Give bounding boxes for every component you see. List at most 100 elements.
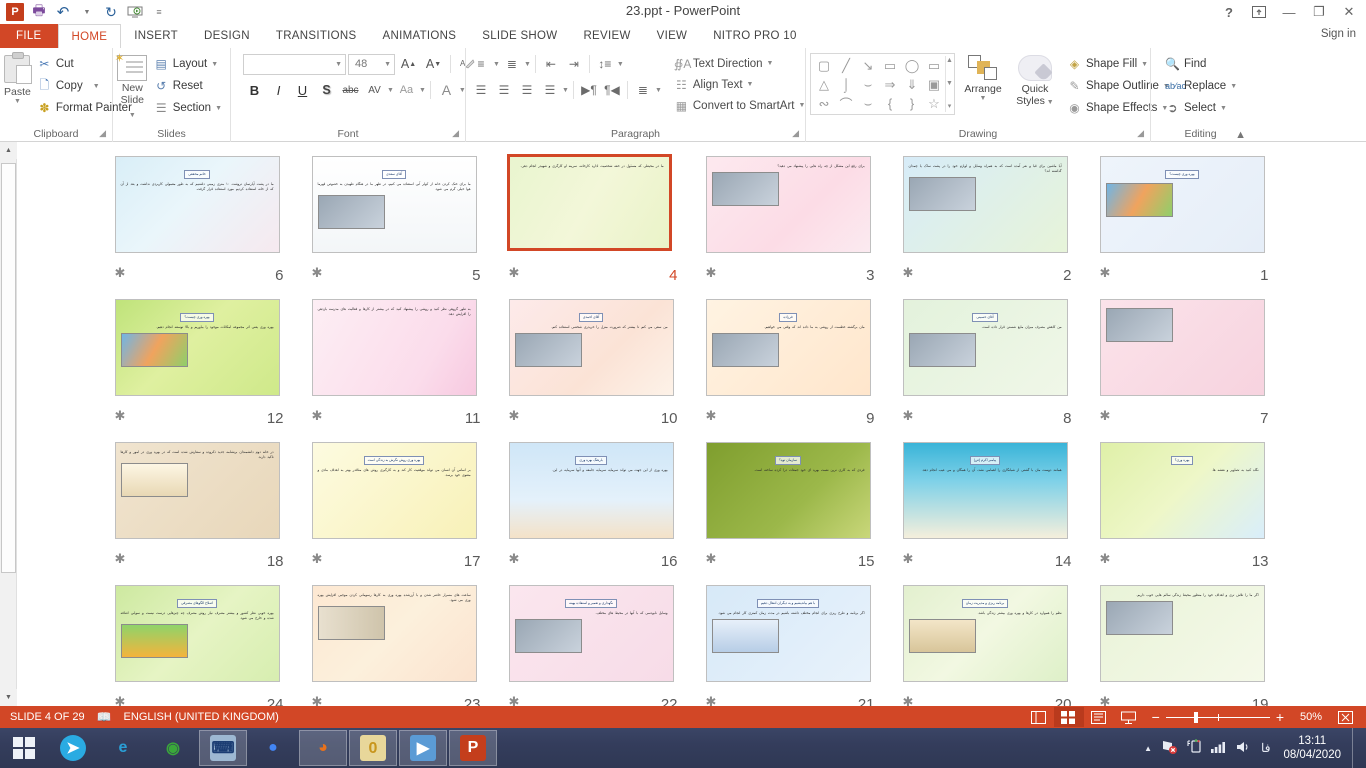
shape-freeform-icon[interactable]: ∾ (813, 94, 835, 113)
quick-styles-button[interactable]: Quick Styles ▼ (1011, 53, 1059, 109)
paragraph-dialog-launcher[interactable]: ◢ (792, 126, 799, 141)
slide-thumbnail-5[interactable]: آقای سعدیما برای خنک کردن خانه از کولر آ… (298, 152, 495, 295)
slide-thumbnail-image[interactable]: سازمان توه؟فردی که به کاری ترین نعمت بهر… (706, 442, 871, 539)
shape-textbox-icon[interactable]: ▢ (813, 56, 835, 75)
character-spacing-dropdown-icon[interactable]: ▼ (387, 87, 394, 94)
shape-elbow-arrow-icon[interactable]: ⌣ (857, 75, 879, 94)
layout-dropdown-icon[interactable]: ▼ (211, 61, 218, 68)
taskbar-item-internet-explorer[interactable]: e (99, 730, 147, 766)
shape-down-arrow-icon[interactable]: ⇓ (901, 75, 923, 94)
align-text-dropdown-icon[interactable]: ▼ (747, 81, 754, 88)
section-button[interactable]: ☰ Section ▼ (150, 97, 226, 119)
slide-thumbnail-image[interactable]: بهره وری چیست؟بهره وری یعنی اثر مجموعه ا… (115, 299, 280, 396)
network-warning-icon[interactable] (1161, 740, 1178, 757)
slide-transition-star-icon[interactable]: ✱ (706, 552, 717, 565)
slide-transition-star-icon[interactable]: ✱ (115, 552, 126, 565)
start-button[interactable] (0, 728, 48, 768)
slide-thumbnail-18[interactable]: در خانه دوم دانشمندان برنشامه جدید ذکرود… (101, 438, 298, 581)
slide-thumbnail-1[interactable]: بهره وری چیست؟✱1 (1086, 152, 1283, 295)
font-size-input[interactable]: 48 ▼ (348, 54, 395, 75)
paste-dropdown-icon[interactable]: ▼ (14, 98, 21, 106)
slide-thumbnail-11[interactable]: به طور گروهی نظر کنید و روشی را پیشنهاد … (298, 295, 495, 438)
tab-home[interactable]: HOME (58, 24, 122, 48)
help-icon[interactable]: ? (1214, 1, 1244, 23)
new-slide-button[interactable]: ✶ New Slide ▼ (117, 53, 148, 122)
taskbar-item-google-chrome[interactable]: ● (249, 730, 297, 766)
sign-in-link[interactable]: Sign in (1321, 28, 1356, 40)
slide-thumbnail-2[interactable]: آیا ماشین برای قبا و نفر آمده است که به … (889, 152, 1086, 295)
text-direction-dropdown-icon[interactable]: ▼ (767, 60, 774, 67)
replace-button[interactable]: ab⁄ac Replace ▼ (1161, 75, 1241, 97)
language-indicator[interactable]: فا (1261, 741, 1270, 755)
slide-thumbnail-image[interactable]: آقای حسینیمن کاهش مصرف میزان مایع شستن ق… (903, 299, 1068, 396)
align-left-button[interactable]: ☰ (470, 79, 492, 101)
copy-dropdown-icon[interactable]: ▼ (93, 83, 100, 90)
taskbar-item-mozilla-firefox[interactable]: ◕ (299, 730, 347, 766)
font-name-input[interactable]: ▼ (243, 54, 346, 75)
ltr-direction-button[interactable]: ▶¶ (578, 79, 600, 101)
columns-dropdown-icon[interactable]: ▼ (655, 87, 662, 94)
reading-view-button[interactable] (1084, 707, 1114, 727)
slide-thumbnail-24[interactable]: اصلاح الگوهای مصرفیبهره خوبی نظر کشور و … (101, 581, 298, 706)
rtl-direction-button[interactable]: ¶◀ (601, 79, 623, 101)
signal-icon[interactable] (1211, 740, 1227, 756)
shapes-scroll-down-icon[interactable]: ▼ (946, 79, 953, 89)
slide-thumbnail-image[interactable]: خانم محققیما در پشت آپارتمان تروشت ۱۰ مت… (115, 156, 280, 253)
shape-arrow-icon[interactable]: ↘ (857, 56, 879, 75)
bullets-dropdown-icon[interactable]: ▼ (493, 61, 500, 68)
slide-thumbnail-23[interactable]: ساعت های مسرار حاضر شدن و با آرزشده بهره… (298, 581, 495, 706)
reset-button[interactable]: ↺ Reset (150, 75, 226, 97)
taskbar-item-telegram[interactable]: ➤ (49, 730, 97, 766)
taskbar-item-media-player[interactable]: ▶ (399, 730, 447, 766)
collapse-ribbon-icon[interactable]: ▲ (1235, 129, 1246, 141)
slide-transition-star-icon[interactable]: ✱ (903, 552, 914, 565)
slide-thumbnail-16[interactable]: بارهنگ بهره وریبهره وری از این جهت می تو… (495, 438, 692, 581)
slide-thumbnail-13[interactable]: بهره وری؟نگاه کنید به تصاویر و نقشه ها.✱… (1086, 438, 1283, 581)
find-button[interactable]: 🔍 Find (1161, 53, 1241, 75)
slide-transition-star-icon[interactable]: ✱ (1100, 266, 1111, 279)
slide-transition-star-icon[interactable]: ✱ (509, 266, 520, 279)
scroll-down-button[interactable]: ▼ (0, 689, 17, 706)
slide-transition-star-icon[interactable]: ✱ (312, 409, 323, 422)
volume-icon[interactable] (1236, 740, 1252, 757)
drawing-dialog-launcher[interactable]: ◢ (1137, 126, 1144, 141)
ribbon-display-options-icon[interactable] (1244, 1, 1274, 23)
slide-thumbnail-image[interactable] (1100, 299, 1265, 396)
slide-thumbnail-3[interactable]: برای رفع این مشکل از چه راه هایی را پیشن… (692, 152, 889, 295)
increase-indent-button[interactable]: ⇥ (563, 53, 585, 75)
show-desktop-button[interactable] (1352, 728, 1360, 768)
scrollbar-thumb[interactable] (1, 163, 16, 573)
slide-thumbnail-image[interactable]: ساعت های مسرار حاضر شدن و با آرزشده بهره… (312, 585, 477, 682)
slide-thumbnail-10[interactable]: آقای احمدیمن سعی می کنم تا بیشتر که ضرور… (495, 295, 692, 438)
language-indicator[interactable]: ENGLISH (UNITED KINGDOM) (124, 711, 279, 723)
clock[interactable]: 13:11 08/04/2020 (1279, 734, 1341, 762)
tab-animations[interactable]: ANIMATIONS (370, 24, 470, 48)
tab-review[interactable]: REVIEW (570, 24, 643, 48)
tab-slide-show[interactable]: SLIDE SHOW (469, 24, 570, 48)
columns-button[interactable]: ≣ (632, 79, 654, 101)
shape-fill-dropdown-icon[interactable]: ▼ (1141, 61, 1148, 68)
text-shadow-button[interactable]: S (315, 79, 338, 101)
font-size-dropdown-icon[interactable]: ▼ (384, 61, 391, 68)
paste-button[interactable]: Paste ▼ (4, 53, 31, 106)
shape-folded-corner-icon[interactable]: ▣ (923, 75, 945, 94)
tab-view[interactable]: VIEW (644, 24, 701, 48)
select-button[interactable]: ➲ Select ▼ (1161, 97, 1241, 119)
slide-transition-star-icon[interactable]: ✱ (115, 409, 126, 422)
slide-transition-star-icon[interactable]: ✱ (312, 266, 323, 279)
decrease-font-size-button[interactable]: A▼ (422, 53, 445, 75)
shapes-more-icon[interactable]: ▾ (948, 102, 952, 112)
slide-transition-star-icon[interactable]: ✱ (903, 695, 914, 706)
slide-thumbnail-12[interactable]: بهره وری چیست؟بهره وری یعنی اثر مجموعه ا… (101, 295, 298, 438)
slide-transition-star-icon[interactable]: ✱ (115, 266, 126, 279)
fit-slide-to-window-button[interactable] (1330, 707, 1360, 727)
tab-transitions[interactable]: TRANSITIONS (263, 24, 370, 48)
taskbar-item-remote-desktop[interactable]: ⌨ (199, 730, 247, 766)
slide-thumbnail-17[interactable]: بهره وری روش نگرش به زندگی استبر اساس آن… (298, 438, 495, 581)
align-center-button[interactable]: ☰ (493, 79, 515, 101)
minimize-icon[interactable]: — (1274, 1, 1304, 23)
bullets-button[interactable]: ≡ (470, 53, 492, 75)
spell-check-icon[interactable]: 📖 (97, 710, 112, 724)
slide-thumbnail-8[interactable]: آقای حسینیمن کاهش مصرف میزان مایع شستن ق… (889, 295, 1086, 438)
character-spacing-button[interactable]: AV (363, 79, 386, 101)
